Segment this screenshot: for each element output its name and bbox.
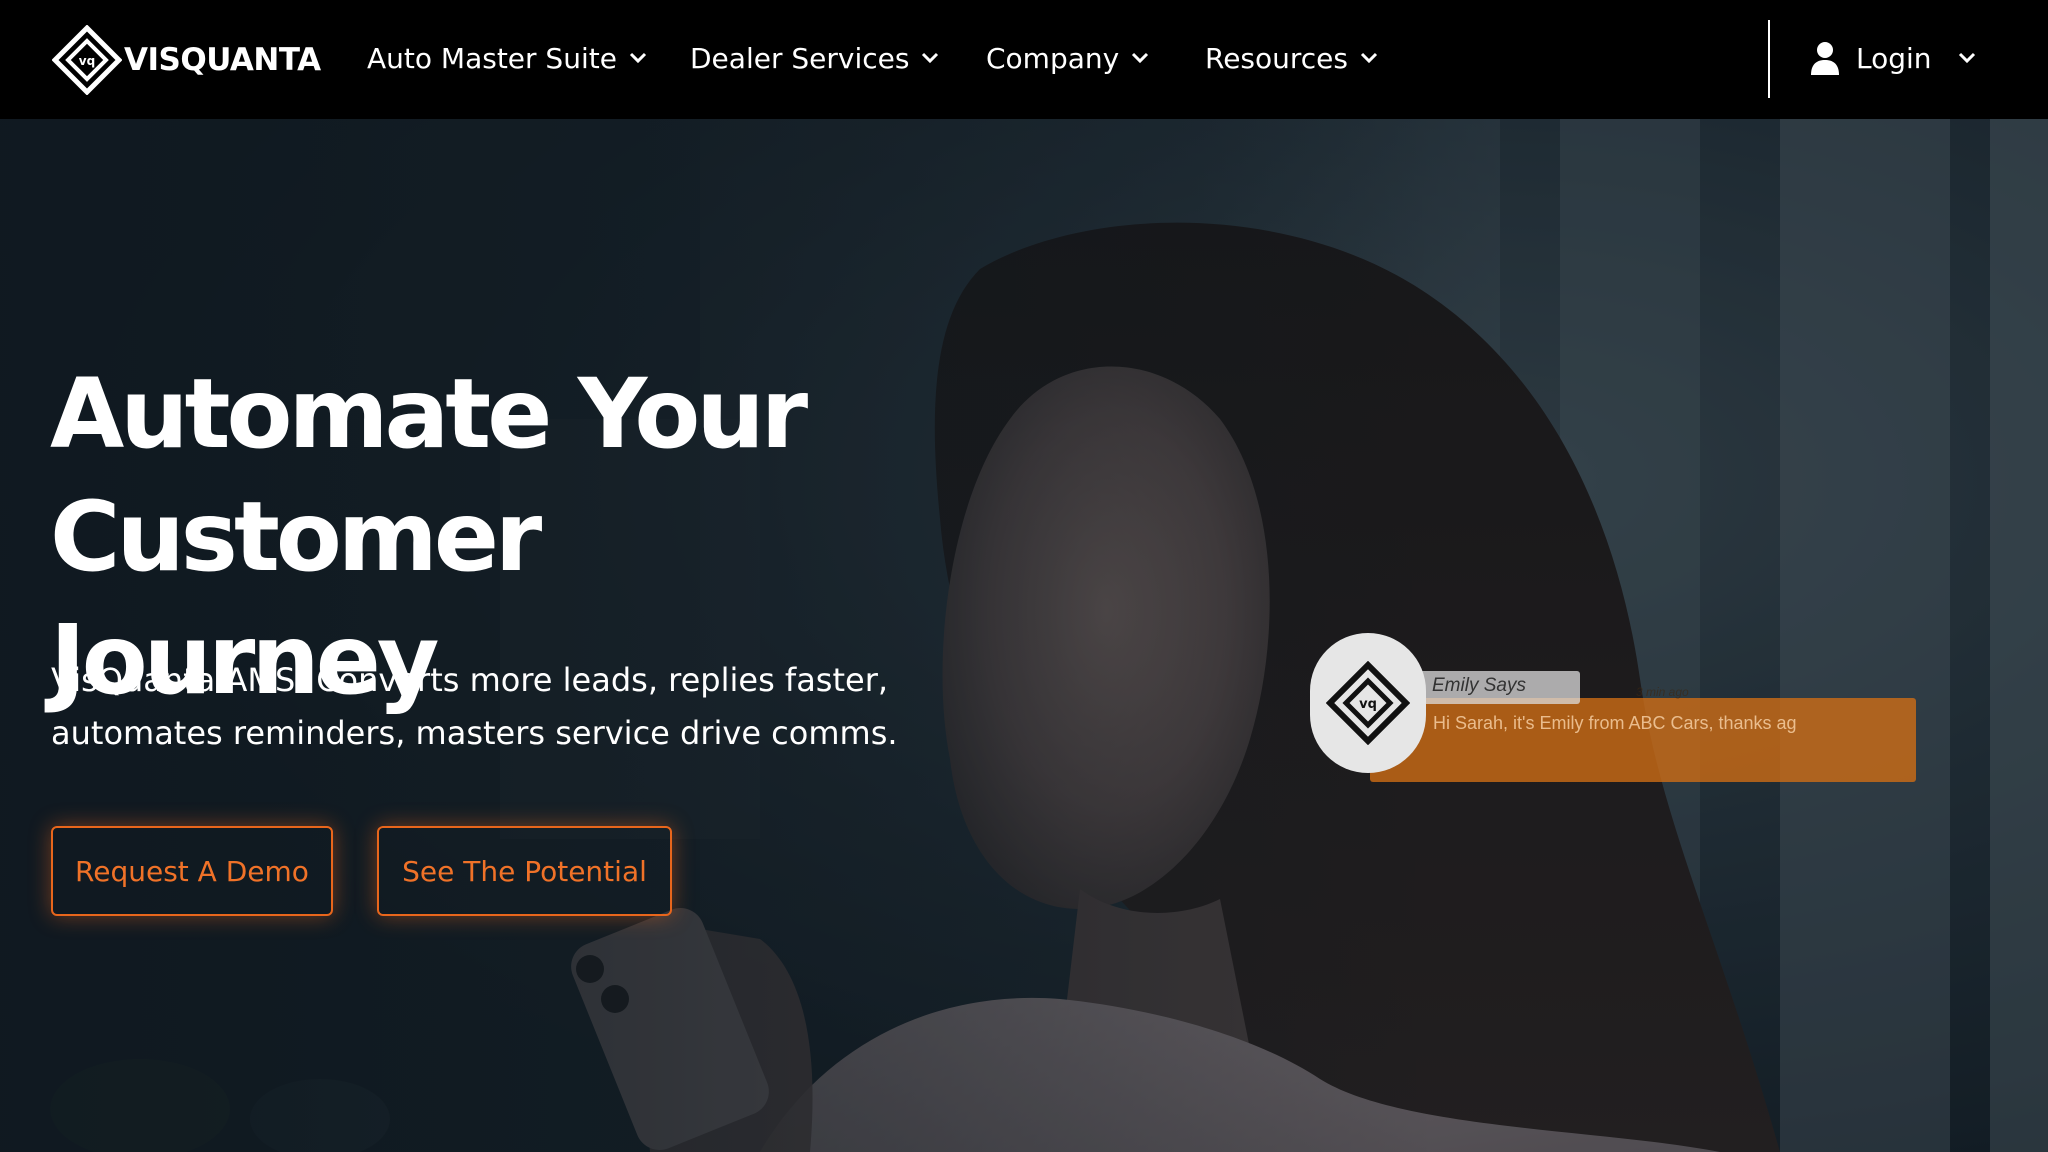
subtext-line-1: VisQuanta AMS: Converts more leads, repl… [51, 661, 889, 699]
nav-label: Company [986, 41, 1120, 75]
diamond-logo-icon: vq [1326, 661, 1410, 745]
login-menu[interactable]: Login [1810, 36, 1976, 80]
nav-divider [1768, 20, 1770, 98]
chevron-down-icon [629, 52, 646, 64]
brand-logo[interactable]: vq VISQUANTA [52, 24, 321, 96]
headline-line-1: Automate Your [50, 358, 808, 470]
diamond-logo-icon: vq [52, 25, 122, 95]
chat-avatar: vq [1310, 633, 1426, 773]
nav-auto-master-suite[interactable]: Auto Master Suite [367, 36, 647, 80]
subtext-line-2: automates reminders, masters service dri… [51, 714, 898, 752]
chat-sender-name: Emily Says [1432, 675, 1526, 696]
chevron-down-icon [1132, 52, 1149, 64]
nav-resources[interactable]: Resources [1205, 36, 1378, 80]
see-potential-button[interactable]: See The Potential [377, 826, 672, 916]
chevron-down-icon [1958, 52, 1975, 64]
chat-message-text: Hi Sarah, it's Emily from ABC Cars, than… [1433, 713, 1797, 733]
chat-notification: Emily Says 3 min ago Hi Sarah, it's Emil… [1310, 633, 1930, 813]
request-demo-button[interactable]: Request A Demo [51, 826, 333, 916]
chat-timestamp: 3 min ago [1636, 685, 1689, 699]
top-navigation: vq VISQUANTA Auto Master Suite Dealer Se… [0, 0, 2048, 119]
nav-company[interactable]: Company [986, 36, 1149, 80]
nav-label: Dealer Services [690, 41, 910, 75]
user-icon [1811, 42, 1839, 75]
login-label: Login [1856, 41, 1932, 75]
chevron-down-icon [922, 52, 939, 64]
nav-dealer-services[interactable]: Dealer Services [690, 36, 939, 80]
hero-subtext: VisQuanta AMS: Converts more leads, repl… [51, 654, 951, 760]
hero-section: Automate Your Customer Journey VisQuanta… [0, 119, 2048, 1152]
chat-message-bar [1370, 698, 1916, 782]
nav-label: Resources [1205, 41, 1348, 75]
chevron-down-icon [1360, 52, 1378, 64]
svg-text:vq: vq [79, 54, 95, 68]
nav-label: Auto Master Suite [367, 41, 617, 75]
svg-text:vq: vq [1359, 697, 1377, 712]
brand-name: VISQUANTA [124, 42, 321, 78]
